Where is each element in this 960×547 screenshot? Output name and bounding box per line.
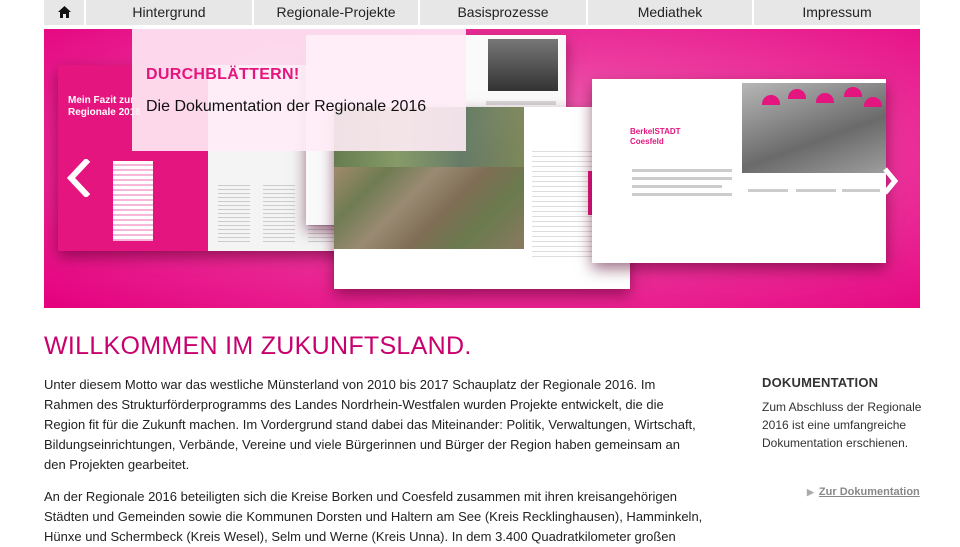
sidebar-heading: DOKUMENTATION	[762, 375, 879, 390]
brochure-image-coesfeld: BerkelSTADT Coesfeld	[592, 79, 886, 263]
brochure-text-line	[796, 189, 836, 192]
documentation-link-label: Zur Dokumentation	[818, 486, 920, 498]
documentation-link[interactable]: ▶ Zur Dokumentation	[807, 486, 920, 498]
brochure-text-line	[748, 189, 788, 192]
hero-caption[interactable]: DURCHBLÄTTERN! Die Dokumentation der Reg…	[132, 29, 466, 151]
nav-item-impressum[interactable]: Impressum	[754, 0, 920, 25]
hero-slider[interactable]: Mein Fazit zur Regionale 2016 BerkelSTAD…	[44, 29, 920, 308]
chevron-right-icon[interactable]	[882, 167, 898, 195]
brochure-text-line	[632, 185, 722, 188]
nav-home[interactable]	[44, 0, 86, 25]
brochure-text-line	[486, 101, 556, 105]
brochure-text-line	[632, 193, 732, 196]
nav-item-regionale-projekte[interactable]: Regionale-Projekte	[254, 0, 420, 25]
brochure-text-line	[842, 189, 880, 192]
main-nav: Hintergrund Regionale-Projekte Basisproz…	[44, 0, 920, 25]
nav-item-basisprozesse[interactable]: Basisprozesse	[420, 0, 588, 25]
brochure-text-line	[632, 169, 732, 172]
participants-paragraph: An der Regionale 2016 beteiligten sich d…	[44, 489, 703, 544]
hero-caption-subtitle: Die Dokumentation der Regionale 2016	[146, 98, 427, 115]
brochure-column	[218, 185, 250, 245]
sidebar-documentation: DOKUMENTATION Zum Abschluss der Regional…	[762, 375, 926, 498]
triangle-right-icon: ▶	[807, 487, 814, 497]
brochure-text-block	[113, 161, 153, 241]
chevron-left-icon[interactable]	[66, 159, 90, 197]
nav-item-hintergrund[interactable]: Hintergrund	[86, 0, 254, 25]
hero-caption-heading: DURCHBLÄTTERN!	[146, 66, 300, 83]
brochure-photo	[488, 39, 558, 91]
home-icon	[57, 6, 71, 18]
intro-paragraph: Unter diesem Motto war das westliche Mün…	[44, 377, 696, 472]
brochure-text-line	[632, 177, 732, 180]
nav-item-mediathek[interactable]: Mediathek	[588, 0, 754, 25]
brochure-photo-umbrellas	[742, 83, 886, 173]
sidebar-text: Zum Abschluss der Regionale 2016 ist ein…	[762, 400, 922, 450]
brochure-title: BerkelSTADT Coesfeld	[630, 127, 681, 146]
brochure-column	[263, 185, 295, 245]
page-title: WILLKOMMEN IM ZUKUNFTSLAND.	[44, 332, 472, 360]
